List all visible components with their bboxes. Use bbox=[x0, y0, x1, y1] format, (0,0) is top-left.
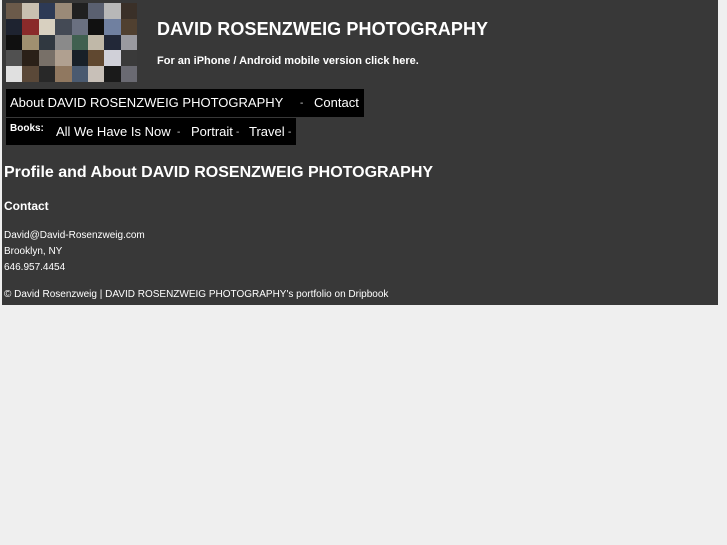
contact-phone: 646.957.4454 bbox=[4, 262, 66, 273]
page-heading: Profile and About DAVID ROSENZWEIG PHOTO… bbox=[4, 164, 434, 181]
book-link-portrait[interactable]: Portrait bbox=[191, 124, 233, 139]
contact-location: Brooklyn, NY bbox=[4, 246, 63, 257]
nav-contact-link[interactable]: Contact bbox=[314, 95, 359, 110]
photo-mosaic-image[interactable] bbox=[6, 3, 137, 82]
contact-email[interactable]: David@David-Rosenzweig.com bbox=[4, 230, 145, 241]
page-panel: DAVID ROSENZWEIG PHOTOGRAPHY For an iPho… bbox=[2, 0, 718, 305]
nav-about-link[interactable]: About DAVID ROSENZWEIG PHOTOGRAPHY bbox=[10, 95, 283, 110]
footer: © David Rosenzweig | DAVID ROSENZWEIG PH… bbox=[4, 289, 388, 300]
footer-copyright: © David Rosenzweig bbox=[4, 289, 97, 300]
mobile-version-link[interactable]: For an iPhone / Android mobile version c… bbox=[157, 55, 419, 67]
contact-heading: Contact bbox=[4, 199, 49, 213]
nav-separator: - bbox=[288, 127, 292, 138]
nav-separator: - bbox=[236, 127, 240, 138]
main-nav: About DAVID ROSENZWEIG PHOTOGRAPHY - Con… bbox=[6, 89, 364, 117]
books-label: Books: bbox=[10, 123, 44, 134]
book-link-travel[interactable]: Travel bbox=[249, 124, 285, 139]
books-nav: Books: All We Have Is Now - Portrait - T… bbox=[6, 118, 296, 145]
nav-separator: - bbox=[300, 98, 304, 109]
dripbook-portfolio-link[interactable]: DAVID ROSENZWEIG PHOTOGRAPHY's portfolio… bbox=[105, 289, 388, 300]
footer-divider: | bbox=[99, 289, 103, 300]
book-link-all-we-have-is-now[interactable]: All We Have Is Now bbox=[56, 124, 171, 139]
nav-separator: - bbox=[177, 127, 181, 138]
site-title[interactable]: DAVID ROSENZWEIG PHOTOGRAPHY bbox=[157, 19, 488, 40]
